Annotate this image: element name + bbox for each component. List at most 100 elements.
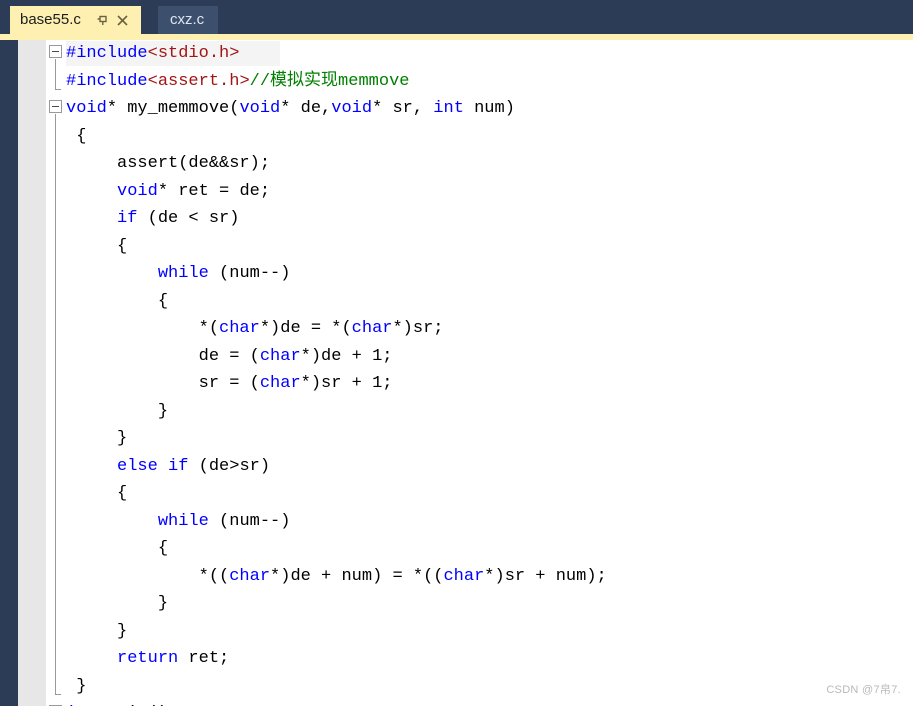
code-token: <assert.h>	[147, 71, 250, 91]
code-token: }	[66, 401, 169, 421]
code-line[interactable]: else if (de>sr)	[66, 453, 913, 481]
code-line[interactable]: #include<stdio.h>	[66, 40, 913, 68]
code-token: ret;	[178, 649, 230, 668]
code-line[interactable]: void* ret = de;	[66, 178, 913, 206]
code-line[interactable]: while (num--)	[66, 508, 913, 536]
tab-label-active: base55.c	[20, 11, 81, 28]
code-token: * sr,	[372, 99, 424, 118]
code-token: void	[331, 99, 373, 118]
code-token: *(	[66, 319, 220, 338]
code-token: *)de = *(	[259, 319, 352, 338]
code-token: (de>sr)	[188, 456, 271, 476]
code-token: de = (	[66, 346, 260, 366]
code-token: void	[66, 99, 107, 118]
code-editor-pane[interactable]: #include<stdio.h> #include<assert.h>//模拟实…	[0, 40, 913, 706]
code-text[interactable]: #include<stdio.h> #include<assert.h>//模拟实…	[66, 40, 913, 706]
code-token: *)sr + 1;	[300, 374, 393, 393]
code-line[interactable]: }	[66, 673, 913, 701]
code-token: *)de + num) = *((	[270, 566, 444, 586]
code-token: {	[66, 126, 87, 146]
tab-base55-c[interactable]: base55.c	[10, 6, 141, 34]
fold-collapse-box[interactable]	[49, 100, 62, 113]
code-token: (num--)	[208, 511, 291, 531]
code-line[interactable]: #include<assert.h>//模拟实现memmove	[66, 68, 913, 96]
code-token: char	[259, 346, 301, 366]
outlining-column[interactable]	[46, 40, 66, 706]
code-line[interactable]: int main()	[66, 700, 913, 706]
code-token: * my_memmove(	[106, 99, 240, 118]
code-line[interactable]: {	[66, 233, 913, 261]
code-token: }	[66, 594, 169, 613]
code-token: void	[239, 99, 281, 118]
code-token: <stdio.h>	[147, 44, 240, 63]
code-line[interactable]: {	[66, 535, 913, 563]
tab-label-inactive: cxz.c	[170, 11, 205, 28]
code-line[interactable]: }	[66, 590, 913, 618]
fold-collapse-box[interactable]	[49, 45, 62, 58]
code-token: #include	[66, 44, 148, 63]
code-token: * ret = de;	[157, 181, 271, 201]
code-token: {	[66, 484, 128, 503]
code-token: char	[219, 319, 260, 338]
code-token: sr = (	[66, 374, 260, 393]
code-token: while	[157, 264, 209, 283]
code-token: *)sr + num);	[484, 566, 607, 586]
code-line[interactable]: }	[66, 618, 913, 646]
code-line[interactable]: return ret;	[66, 645, 913, 673]
code-line[interactable]: {	[66, 288, 913, 316]
code-line[interactable]: *(char*)de = *(char*)sr;	[66, 315, 913, 343]
code-line[interactable]: void* my_memmove(void* de,void* sr, int …	[66, 95, 913, 123]
fold-guide-foot	[55, 693, 61, 695]
code-line[interactable]: de = (char*)de + 1;	[66, 343, 913, 371]
code-line[interactable]: }	[66, 425, 913, 453]
fold-guide-line	[55, 114, 56, 694]
code-token: else	[117, 456, 158, 476]
code-token: if	[117, 209, 138, 228]
code-line[interactable]: {	[66, 480, 913, 508]
code-token: //模拟实现memmove	[249, 71, 410, 91]
tab-action-icons	[93, 10, 133, 30]
code-token: *((	[66, 566, 230, 586]
code-token: }	[66, 676, 87, 696]
pin-icon[interactable]	[93, 10, 113, 30]
code-token: *)sr;	[392, 319, 444, 338]
code-token: }	[66, 429, 128, 448]
code-token: {	[66, 539, 169, 558]
code-token: char	[229, 566, 271, 586]
editor-indicator-margin[interactable]	[18, 40, 46, 706]
code-line[interactable]: *((char*)de + num) = *((char*)sr + num);	[66, 563, 913, 591]
code-token: }	[66, 621, 128, 641]
fold-guide-foot	[55, 88, 61, 90]
code-token: * de,	[280, 99, 332, 118]
code-token: {	[66, 236, 128, 256]
code-line[interactable]: }	[66, 398, 913, 426]
code-token: return	[117, 649, 179, 668]
code-line[interactable]: while (num--)	[66, 260, 913, 288]
code-line[interactable]: if (de < sr)	[66, 205, 913, 233]
code-token: int	[433, 99, 464, 118]
code-token: *)de + 1;	[300, 346, 393, 366]
code-token: char	[351, 319, 393, 338]
close-icon[interactable]	[113, 10, 133, 30]
code-token: num)	[463, 99, 515, 118]
code-token: char	[259, 374, 301, 393]
code-line[interactable]: sr = (char*)sr + 1;	[66, 370, 913, 398]
code-token: if	[168, 456, 189, 476]
code-token: void	[117, 181, 158, 201]
tab-cxz-c[interactable]: cxz.c	[158, 6, 219, 34]
fold-guide-line	[55, 59, 56, 89]
code-token: while	[157, 511, 209, 531]
code-token: char	[443, 566, 485, 586]
code-token: (de < sr)	[137, 209, 240, 228]
code-line[interactable]: {	[66, 123, 913, 151]
code-line[interactable]: assert(de&&sr);	[66, 150, 913, 178]
editor-left-strip	[0, 40, 18, 706]
